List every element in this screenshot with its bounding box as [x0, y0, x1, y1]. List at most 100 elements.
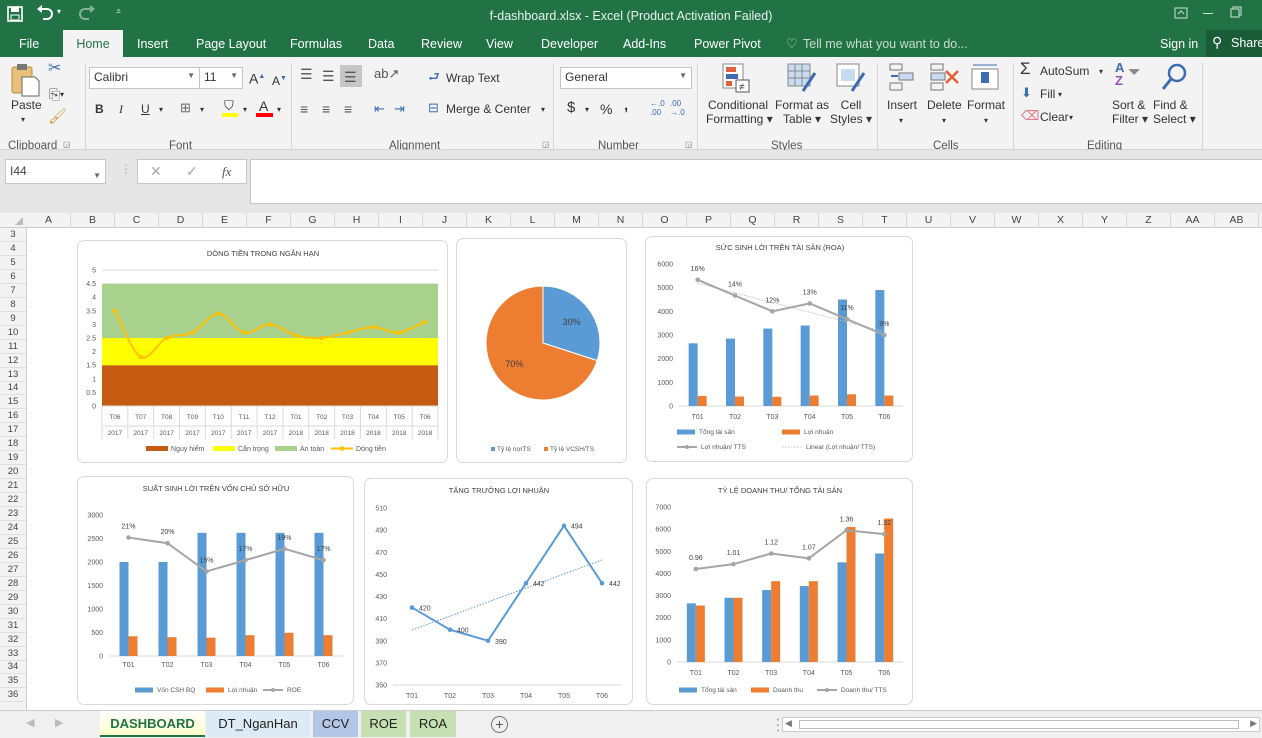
column-header[interactable]: S: [819, 213, 863, 228]
paste-button[interactable]: Paste: [11, 98, 42, 112]
font-size-select[interactable]: 11 ▼: [199, 67, 243, 89]
align-center-icon[interactable]: ≡: [322, 102, 330, 116]
copy-dropdown-icon[interactable]: ▾: [60, 88, 64, 102]
row-header[interactable]: 9: [0, 312, 26, 326]
chart-debt-equity-pie[interactable]: 30% 70% Tỷ lệ nợ/TS Tỷ lệ VCSH/TS: [456, 238, 627, 463]
column-header[interactable]: X: [1039, 213, 1083, 228]
conditional-formatting-icon[interactable]: ≠: [722, 63, 750, 93]
row-header[interactable]: 8: [0, 298, 26, 312]
chart-roa[interactable]: SỨC SINH LỜI TRÊN TÀI SẢN (ROA) 0 1000 2000…: [645, 236, 913, 462]
font-color-dropdown-icon[interactable]: ▾: [277, 103, 281, 117]
row-header[interactable]: 26: [0, 549, 26, 563]
chevron-down-icon[interactable]: ▾: [1099, 65, 1103, 79]
sheet-tab-dt-nganhan[interactable]: DT_NganHan: [206, 711, 310, 737]
conditional-formatting-button[interactable]: Conditional Formatting ▾: [706, 98, 773, 126]
row-header[interactable]: 16: [0, 409, 26, 424]
row-header[interactable]: 11: [0, 340, 26, 354]
cancel-icon[interactable]: ✕: [150, 163, 162, 180]
column-header[interactable]: J: [423, 213, 467, 228]
row-header[interactable]: 7: [0, 284, 26, 298]
row-header[interactable]: 33: [0, 647, 26, 661]
column-header[interactable]: AB: [1215, 213, 1259, 228]
borders-dropdown-icon[interactable]: ▾: [200, 103, 204, 117]
column-header[interactable]: A: [27, 213, 71, 228]
sort-filter-button[interactable]: Sort & Filter ▾: [1112, 98, 1148, 126]
merge-dropdown-icon[interactable]: ▾: [541, 103, 545, 117]
tab-page-layout[interactable]: Page Layout: [190, 30, 272, 57]
align-left-icon[interactable]: ≡: [300, 102, 308, 116]
percent-button[interactable]: %: [600, 102, 612, 116]
row-header[interactable]: 15: [0, 395, 26, 410]
bold-button[interactable]: B: [95, 102, 104, 116]
chevron-down-icon[interactable]: ▾: [984, 114, 988, 128]
column-header[interactable]: I: [379, 213, 423, 228]
row-header[interactable]: 6: [0, 270, 26, 284]
minimize-button[interactable]: [1203, 13, 1213, 14]
cell-styles-icon[interactable]: [836, 63, 866, 93]
cut-icon[interactable]: ✂: [48, 61, 61, 77]
align-bottom-button[interactable]: ☰: [340, 65, 362, 87]
delete-cells-icon[interactable]: [930, 63, 960, 91]
column-header[interactable]: C: [115, 213, 159, 228]
row-header[interactable]: 3: [0, 228, 26, 242]
row-header[interactable]: 27: [0, 563, 26, 577]
chart-revenue-assets[interactable]: TỶ LỆ DOANH THU/ TỔNG TÀI SẢN 0 1000 2000 30…: [646, 478, 913, 705]
tab-developer[interactable]: Developer: [535, 30, 604, 57]
tab-formulas[interactable]: Formulas: [284, 30, 348, 57]
chevron-down-icon[interactable]: ▾: [1058, 88, 1062, 102]
column-header[interactable]: T: [863, 213, 907, 228]
scroll-tabs-left-icon[interactable]: ◀: [26, 716, 34, 729]
column-header[interactable]: Y: [1083, 213, 1127, 228]
row-header[interactable]: 29: [0, 591, 26, 605]
row-header[interactable]: 30: [0, 605, 26, 619]
row-header[interactable]: 13: [0, 368, 26, 382]
font-name-select[interactable]: Calibri ▼: [89, 67, 200, 89]
column-header[interactable]: L: [511, 213, 555, 228]
tab-add-ins[interactable]: Add-Ins: [617, 30, 672, 57]
fill-color-icon[interactable]: ⛉: [224, 99, 234, 113]
insert-cells-icon[interactable]: [889, 63, 917, 91]
row-header[interactable]: 20: [0, 465, 26, 480]
row-header[interactable]: 10: [0, 326, 26, 340]
merge-center-button[interactable]: Merge & Center: [446, 102, 531, 116]
row-header[interactable]: 34: [0, 660, 26, 675]
currency-dropdown-icon[interactable]: ▾: [585, 103, 589, 117]
sheet-tab-ccv[interactable]: CCV: [313, 711, 358, 737]
row-header[interactable]: 4: [0, 242, 26, 256]
row-header[interactable]: 14: [0, 381, 26, 396]
row-header[interactable]: 28: [0, 577, 26, 591]
column-header[interactable]: B: [71, 213, 115, 228]
autosum-button[interactable]: AutoSum: [1040, 64, 1089, 78]
column-header[interactable]: Q: [731, 213, 775, 228]
underline-dropdown-icon[interactable]: ▾: [159, 103, 163, 117]
currency-button[interactable]: $: [567, 100, 575, 115]
row-header[interactable]: 22: [0, 493, 26, 508]
increase-decimal-icon[interactable]: ←.0.00: [650, 99, 665, 117]
enter-icon[interactable]: ✓: [186, 163, 198, 180]
chevron-down-icon[interactable]: ▾: [899, 114, 903, 128]
tab-home[interactable]: Home: [63, 30, 123, 57]
column-header[interactable]: E: [203, 213, 247, 228]
chart-cash-flow[interactable]: DÒNG TIỀN TRONG NGẮN HẠN 0 0.5 1 1.5 2 2.5 3 3.5…: [77, 240, 448, 463]
column-header[interactable]: K: [467, 213, 511, 228]
column-header[interactable]: G: [291, 213, 335, 228]
paste-dropdown-icon[interactable]: ▾: [21, 113, 25, 127]
italic-button[interactable]: I: [119, 102, 123, 116]
new-sheet-button[interactable]: +: [491, 716, 508, 733]
borders-icon[interactable]: ⊞: [180, 101, 191, 115]
chevron-down-icon[interactable]: ▾: [1069, 111, 1073, 125]
tell-me-search[interactable]: Tell me what you want to do...: [797, 30, 974, 57]
ribbon-display-options-icon[interactable]: [1174, 7, 1188, 19]
column-header[interactable]: N: [599, 213, 643, 228]
find-select-icon[interactable]: [1160, 62, 1188, 92]
increase-indent-icon[interactable]: ⇥: [394, 102, 405, 116]
share-button[interactable]: ⚲ Share: [1206, 30, 1262, 57]
decrease-decimal-icon[interactable]: .00 →.0: [670, 99, 685, 117]
align-middle-icon[interactable]: ☰: [322, 69, 335, 83]
number-format-select[interactable]: General ▼: [560, 67, 692, 89]
sheet-tab-roa[interactable]: ROA: [410, 711, 456, 737]
tab-file[interactable]: File: [13, 30, 45, 57]
format-as-table-button[interactable]: Format as Table ▾: [774, 98, 830, 126]
row-header[interactable]: 32: [0, 633, 26, 647]
comma-button[interactable]: ,: [624, 98, 628, 113]
